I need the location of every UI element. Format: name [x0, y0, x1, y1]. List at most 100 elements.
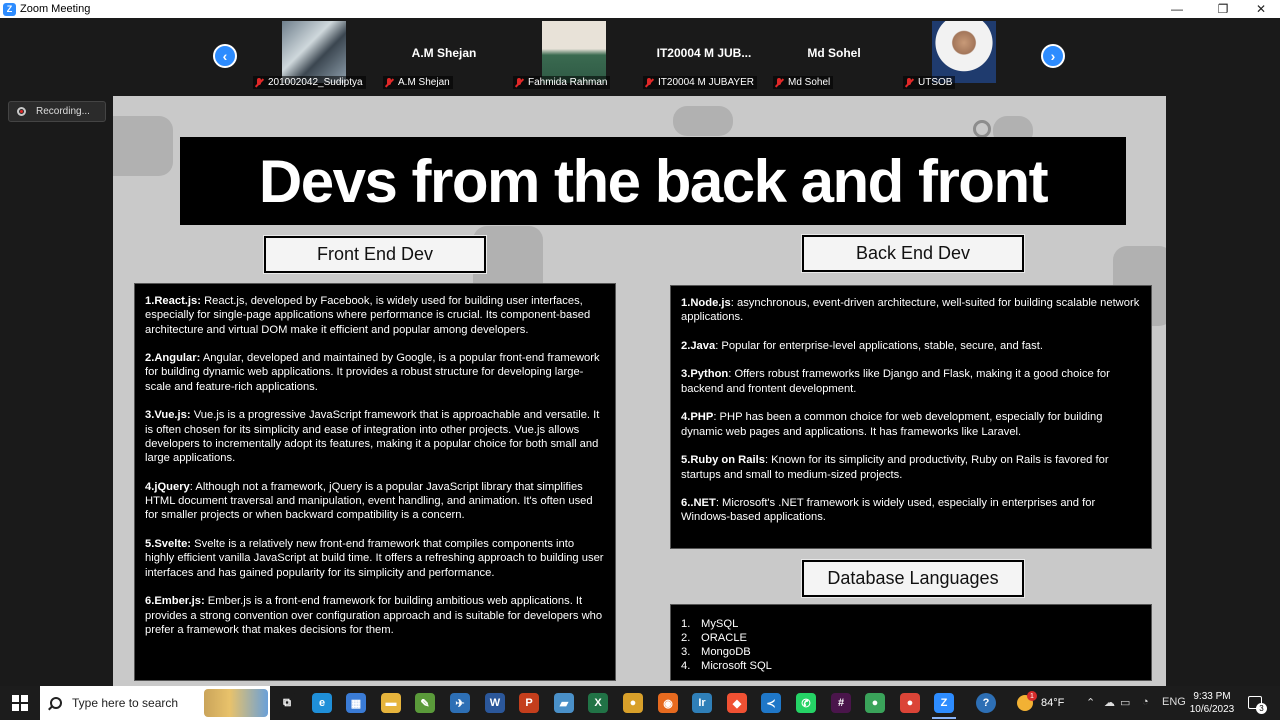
- onedrive-icon[interactable]: ☁: [1104, 696, 1115, 709]
- front-end-item-name: 2.Angular:: [145, 352, 201, 365]
- front-end-item: 2.Angular: Angular, developed and mainta…: [145, 351, 605, 394]
- show-hidden-icons-icon[interactable]: ⌃: [1086, 696, 1095, 709]
- front-end-item: 4.jQuery: Although not a framework, jQue…: [145, 480, 605, 523]
- database-ol: 1. MySQL 2. ORACLE 3. MongoDB 4. Microsoft SQL: [681, 617, 1141, 673]
- firefox-icon[interactable]: ◉: [658, 693, 678, 713]
- participant-label: IT20004 M JUBAYER: [643, 76, 757, 89]
- front-end-item-name: 4.jQuery: [145, 480, 190, 493]
- taskbar-search[interactable]: Type here to search: [40, 686, 270, 720]
- participant-tile[interactable]: A.M Shejan A.M Shejan: [380, 18, 508, 92]
- search-icon: [50, 697, 62, 709]
- back-end-item: 3.Python: Offers robust frameworks like …: [681, 367, 1141, 396]
- back-end-item-name: 3.Python: [681, 368, 729, 381]
- word-icon[interactable]: W: [485, 693, 505, 713]
- language-indicator[interactable]: ENG: [1162, 696, 1186, 708]
- edge-icon[interactable]: e: [312, 693, 332, 713]
- back-end-list: 1.Node.js: asynchronous, event-driven ar…: [670, 285, 1152, 549]
- front-end-item: 1.React.js: React.js, developed by Faceb…: [145, 294, 605, 337]
- zoom-meeting-window: Z Zoom Meeting — ❐ ✕ ‹ 201002042_Sudipty…: [0, 0, 1280, 720]
- powerpoint-icon[interactable]: P: [519, 693, 539, 713]
- participant-name: Md Sohel: [807, 46, 861, 60]
- participant-label: UTSOB: [903, 76, 956, 89]
- database-item-name: Microsoft SQL: [701, 660, 772, 673]
- database-item-name: ORACLE: [701, 632, 748, 645]
- back-end-item-description: : PHP has been a common choice for web d…: [681, 411, 1103, 438]
- database-item: 3. MongoDB: [681, 645, 1141, 659]
- back-end-item-name: 4.PHP: [681, 411, 714, 424]
- participant-photo: [542, 21, 606, 83]
- git-icon[interactable]: ◆: [727, 693, 747, 713]
- front-end-item: 5.Svelte: Svelte is a relatively new fro…: [145, 537, 605, 580]
- zoom-logo-icon: Z: [3, 2, 16, 16]
- back-end-item-description: : asynchronous, event-driven architectur…: [681, 297, 1140, 324]
- front-end-item-description: : Although not a framework, jQuery is a …: [145, 480, 593, 522]
- title-bar: Z Zoom Meeting — ❐ ✕: [0, 0, 1280, 18]
- participant-label: Fahmida Rahman: [513, 76, 611, 89]
- back-end-item-description: : Popular for enterprise-level applicati…: [715, 339, 1043, 352]
- gallery-next-button[interactable]: ›: [1041, 44, 1065, 68]
- weather-widget[interactable]: 84°F: [1017, 691, 1064, 711]
- participant-photo: [282, 21, 346, 83]
- file-explorer-icon[interactable]: ▬: [381, 693, 401, 713]
- weather-icon: [1017, 691, 1037, 711]
- clock-time: 9:33 PM: [1193, 691, 1231, 702]
- participant-tile[interactable]: 201002042_Sudiptya: [250, 18, 378, 92]
- battery-icon[interactable]: ▭: [1120, 696, 1130, 709]
- shared-slide: Devs from the back and front Front End D…: [113, 96, 1166, 686]
- photos-icon[interactable]: ✈: [450, 693, 470, 713]
- mic-muted-icon: [774, 77, 784, 88]
- chevron-right-icon: ›: [1050, 48, 1056, 64]
- mic-muted-icon: [514, 77, 524, 88]
- front-end-item-name: 5.Svelte:: [145, 538, 192, 551]
- back-end-header: Back End Dev: [801, 234, 1025, 273]
- store-icon[interactable]: ▦: [346, 693, 366, 713]
- participant-tile[interactable]: UTSOB: [900, 18, 1028, 92]
- front-end-item-name: 1.React.js:: [145, 295, 201, 307]
- recording-indicator[interactable]: Recording...: [8, 101, 106, 122]
- slide-background-shape: [113, 116, 173, 176]
- back-end-item-name: 2.Java: [681, 339, 716, 352]
- chrome-2-icon[interactable]: ●: [865, 693, 885, 713]
- slide-title: Devs from the back and front: [180, 137, 1126, 225]
- front-end-header: Front End Dev: [263, 235, 487, 274]
- app-icon[interactable]: Ir: [692, 693, 712, 713]
- taskbar: Type here to search ⧉ e ▦ ▬ ✎ ✈ W P ▰ X ● ◉ Ir ◆ ≺ ✆ # ● ●…: [0, 686, 1280, 720]
- front-end-item-name: 3.Vue.js:: [145, 409, 191, 422]
- participant-tile[interactable]: IT20004 M JUB... IT20004 M JUBAYER: [640, 18, 768, 92]
- database-list: 1. MySQL 2. ORACLE 3. MongoDB 4. Microsoft SQL: [670, 604, 1152, 681]
- search-highlight-image: [204, 689, 268, 717]
- close-button[interactable]: ✕: [1244, 0, 1278, 18]
- chevron-left-icon: ‹: [222, 48, 228, 64]
- front-end-item-description: Ember.js is a front-end framework for bu…: [145, 595, 603, 636]
- minimize-button[interactable]: —: [1160, 0, 1194, 18]
- mic-muted-icon: [384, 77, 394, 88]
- front-end-item-description: Svelte is a relatively new front-end fra…: [145, 538, 604, 579]
- chrome-3-icon[interactable]: ●: [900, 693, 920, 713]
- system-clock[interactable]: 9:33 PM 10/6/2023: [1187, 690, 1237, 716]
- chrome-icon[interactable]: ●: [623, 693, 643, 713]
- task-view-icon[interactable]: ⧉: [277, 693, 297, 713]
- front-end-item-description: Vue.js is a progressive JavaScript frame…: [145, 409, 600, 465]
- files-icon[interactable]: ▰: [554, 693, 574, 713]
- maximize-button[interactable]: ❐: [1206, 0, 1240, 18]
- slack-icon[interactable]: #: [831, 693, 851, 713]
- vscode-icon[interactable]: ≺: [761, 693, 781, 713]
- front-end-item-description: React.js, developed by Facebook, is wide…: [145, 295, 591, 336]
- sticky-icon[interactable]: ✎: [415, 693, 435, 713]
- wifi-icon[interactable]: ◔: [1142, 696, 1149, 708]
- help-icon[interactable]: ?: [976, 693, 996, 713]
- participant-gallery: ‹ 201002042_Sudiptya A.M Shejan A.M Shej…: [0, 18, 1280, 96]
- participant-tile[interactable]: Md Sohel Md Sohel: [770, 18, 898, 92]
- zoom-icon[interactable]: Z: [934, 693, 954, 713]
- slide-background-shape: [673, 106, 733, 136]
- excel-icon[interactable]: X: [588, 693, 608, 713]
- front-end-item-name: 6.Ember.js:: [145, 595, 205, 608]
- participant-label: A.M Shejan: [383, 76, 453, 89]
- notification-center-icon[interactable]: [1248, 696, 1267, 714]
- gallery-prev-button[interactable]: ‹: [213, 44, 237, 68]
- back-end-item: 5.Ruby on Rails: Known for its simplicit…: [681, 453, 1141, 482]
- database-item: 2. ORACLE: [681, 631, 1141, 645]
- whatsapp-icon[interactable]: ✆: [796, 693, 816, 713]
- windows-start-button[interactable]: [12, 695, 28, 711]
- participant-tile[interactable]: Fahmida Rahman: [510, 18, 638, 92]
